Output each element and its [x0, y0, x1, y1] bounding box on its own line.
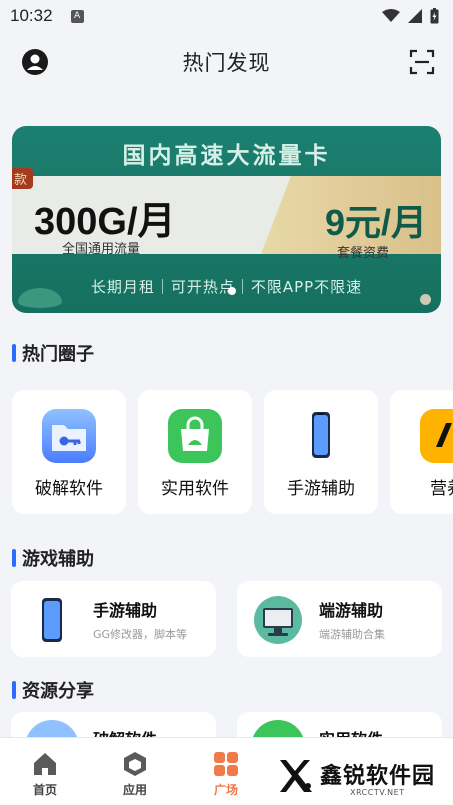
- category-card-utility[interactable]: 实用软件: [138, 390, 252, 514]
- section-title-text: 资源分享: [22, 681, 94, 702]
- section-accent-bar: [12, 344, 16, 362]
- category-card-nutrition[interactable]: 营养: [390, 390, 453, 514]
- page-title: 热门发现: [182, 51, 271, 75]
- watermark-url: XRCCTV.NET: [350, 788, 405, 797]
- game-card-pc[interactable]: 端游辅助 端游辅助合集: [237, 581, 442, 657]
- game-card-title: 手游辅助: [93, 601, 158, 620]
- banner-footer: 长期月租｜可开热点｜不限APP不限速: [90, 278, 363, 296]
- wifi-icon: [382, 9, 400, 22]
- folder-key-icon: [42, 409, 96, 463]
- banner-price: 9元/月: [324, 202, 427, 243]
- section-game-assist: 游戏辅助: [12, 545, 94, 571]
- banner-decoration-dot: [420, 294, 431, 305]
- tab-apps[interactable]: 应用: [105, 750, 165, 798]
- category-label: 手游辅助: [287, 479, 355, 499]
- game-card-title: 端游辅助: [319, 601, 384, 620]
- monitor-icon: [254, 596, 302, 644]
- watermark-logo-icon: [280, 760, 312, 792]
- promo-banner[interactable]: 国内高速大流量卡 款 300G/月 全国通用流量 9元/月 套餐资费 长期月租｜…: [12, 126, 441, 313]
- banner-data-sub: 全国通用流量: [62, 242, 141, 257]
- signal-icon: [408, 9, 422, 23]
- watermark-text: 鑫锐软件园: [320, 764, 436, 789]
- scan-icon[interactable]: [408, 48, 436, 76]
- tab-label: 首页: [32, 783, 57, 797]
- section-title-text: 热门圈子: [22, 344, 94, 365]
- watermark: 鑫锐软件园 XRCCTV.NET: [270, 752, 453, 805]
- app-icon: [420, 409, 453, 463]
- banner-headline: 国内高速大流量卡: [122, 143, 331, 169]
- game-card-mobile[interactable]: 手游辅助 GG修改器，脚本等: [11, 581, 216, 657]
- section-accent-bar: [12, 549, 16, 567]
- tab-label: 应用: [122, 783, 147, 797]
- status-bar: 10:32 A: [0, 0, 453, 32]
- section-accent-bar: [12, 681, 16, 699]
- phone-icon: [312, 412, 330, 458]
- banner-data-amount: 300G/月: [34, 201, 176, 243]
- banner-tag: 款: [12, 168, 34, 189]
- tab-home[interactable]: 首页: [15, 750, 75, 798]
- tab-square[interactable]: 广场: [196, 750, 256, 798]
- status-time: 10:32: [10, 6, 53, 25]
- game-card-desc: GG修改器，脚本等: [93, 628, 188, 641]
- category-label: 实用软件: [161, 479, 229, 499]
- category-card-crack[interactable]: 破解软件: [12, 390, 126, 514]
- section-hot-circles: 热门圈子: [12, 340, 94, 366]
- category-row: 破解软件 实用软件 手游辅助 营养: [12, 390, 453, 514]
- banner-price-sub: 套餐资费: [336, 246, 389, 261]
- section-resources: 资源分享: [12, 677, 94, 703]
- tab-label: 广场: [213, 783, 238, 797]
- user-avatar-icon[interactable]: [21, 48, 49, 76]
- battery-icon: [430, 8, 439, 24]
- cube-icon: [124, 752, 146, 776]
- phone-icon: [42, 598, 62, 642]
- category-label: 营养: [430, 479, 453, 499]
- carousel-indicator[interactable]: [228, 287, 236, 295]
- category-card-mobile-game[interactable]: 手游辅助: [264, 390, 378, 514]
- category-label: 破解软件: [35, 479, 103, 499]
- home-icon: [34, 753, 56, 775]
- notification-icon: A: [70, 9, 84, 23]
- section-title-text: 游戏辅助: [22, 549, 94, 570]
- top-header: 热门发现: [0, 36, 453, 88]
- grid-icon: [214, 752, 238, 776]
- shopping-bag-icon: [168, 409, 222, 463]
- game-card-desc: 端游辅助合集: [319, 628, 385, 641]
